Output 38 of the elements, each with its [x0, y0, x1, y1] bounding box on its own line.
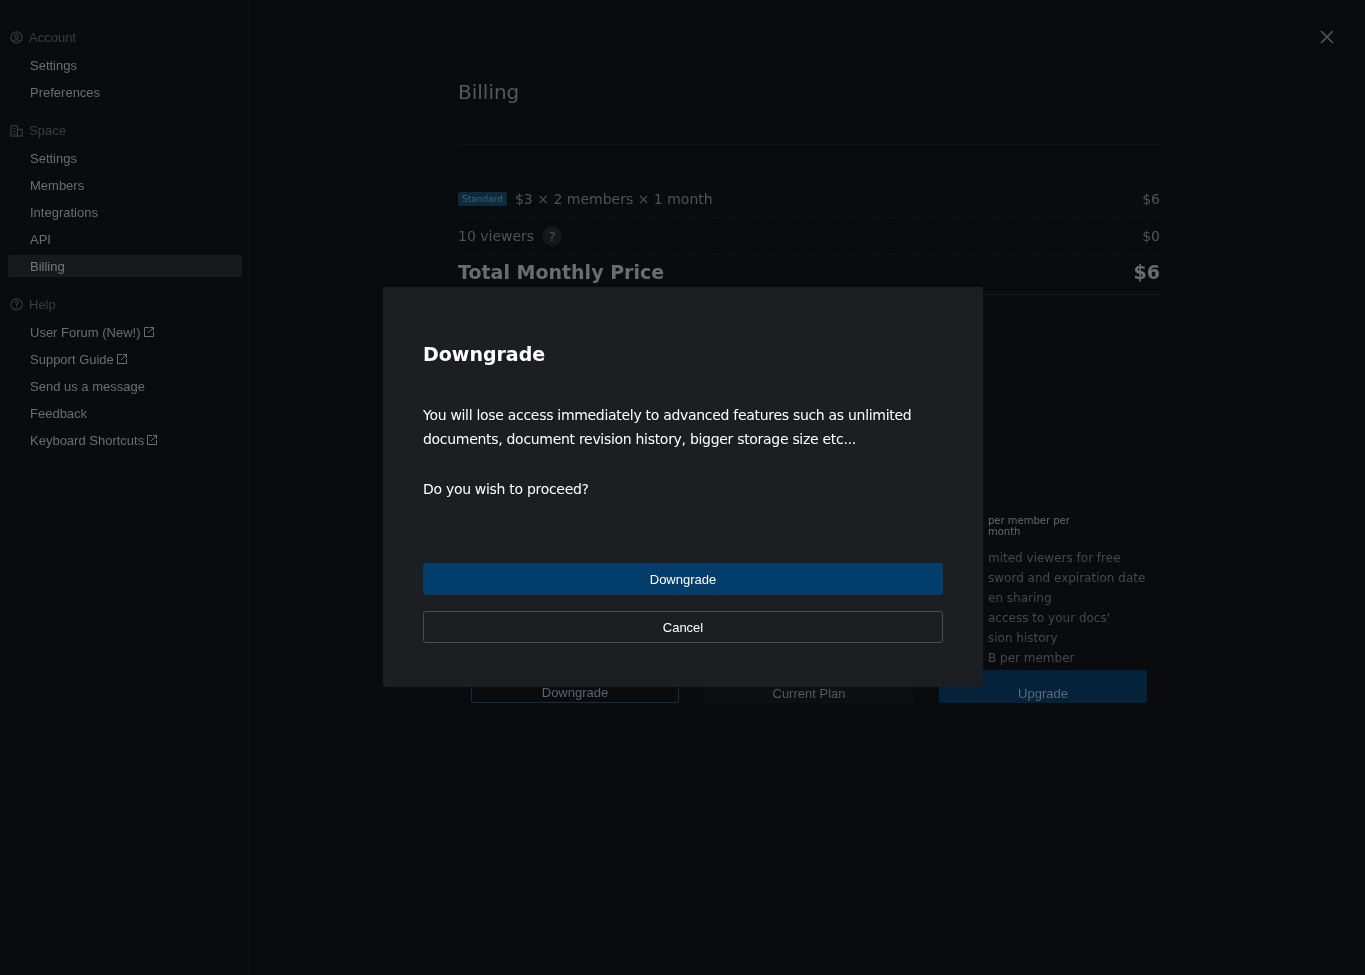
feature-text: sword and expiration date [988, 570, 1147, 586]
sidebar-item[interactable]: API [8, 228, 242, 250]
building-icon [10, 123, 23, 137]
sidebar-item[interactable]: Send us a message [8, 375, 242, 397]
line-amount: $0 [1142, 228, 1160, 244]
dialog-title: Downgrade [423, 343, 547, 365]
feature-text: sion history [988, 630, 1059, 646]
sidebar-item[interactable]: User Forum (New!) [8, 321, 242, 343]
downgrade-button[interactable]: Downgrade [423, 563, 943, 595]
line-label: 10 viewers [458, 228, 535, 244]
dialog-question: Do you wish to proceed? [423, 481, 590, 497]
total-label: Total Monthly Price [458, 261, 665, 283]
sidebar-item[interactable]: Feedback [8, 402, 242, 424]
line-label: $3 × 2 members × 1 month [514, 191, 713, 207]
price-note: month [988, 526, 1022, 537]
dialog-message: You will lose access immediately to advanced features such as unlimited documents, document revision history, bigger storage size etc... [423, 406, 913, 449]
sidebar-item[interactable]: Billing [8, 255, 242, 277]
sidebar-item[interactable]: Integrations [8, 201, 242, 223]
sidebar-item[interactable]: Keyboard Shortcuts [8, 429, 242, 451]
feature-text: en sharing [988, 590, 1053, 606]
page-title: Billing [458, 80, 521, 106]
sidebar-item[interactable]: Support Guide [8, 348, 242, 370]
line-amount: $6 [1142, 191, 1160, 207]
price-note: per member per [988, 515, 1071, 526]
sidebar-item[interactable]: Settings [8, 54, 242, 76]
close-icon[interactable] [1319, 29, 1335, 45]
cancel-button[interactable]: Cancel [423, 611, 943, 643]
help-icon [10, 297, 23, 311]
plan-badge: Standard [458, 192, 507, 206]
sidebar-item[interactable]: Members [8, 174, 242, 196]
user-icon [10, 30, 23, 44]
feature-text: access to your docs' [988, 610, 1111, 626]
help-button[interactable]: ? [542, 226, 563, 246]
sidebar-item[interactable]: Preferences [8, 81, 242, 103]
sidebar-item[interactable]: Settings [8, 147, 242, 169]
total-amount: $6 [1133, 261, 1160, 283]
feature-text: mited viewers for free [988, 550, 1122, 566]
feature-text: B per member [988, 650, 1076, 666]
